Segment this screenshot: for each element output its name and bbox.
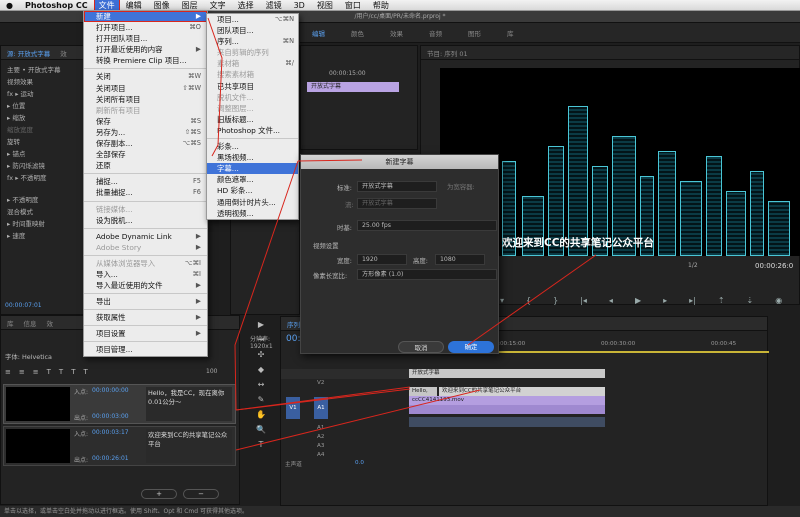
- annotation-line: [207, 17, 223, 157]
- annotation-line: [467, 254, 597, 346]
- annotation-line: [235, 389, 481, 451]
- status-bar: 单击以选择，或单击空白处并拖动以进行框选。使用 Shift、Opt 和 Cmd …: [0, 506, 800, 517]
- annotation-arrows: [207, 17, 597, 451]
- annotation-line: [234, 160, 299, 411]
- annotation-line: [297, 159, 363, 162]
- annotation-line: [235, 386, 411, 411]
